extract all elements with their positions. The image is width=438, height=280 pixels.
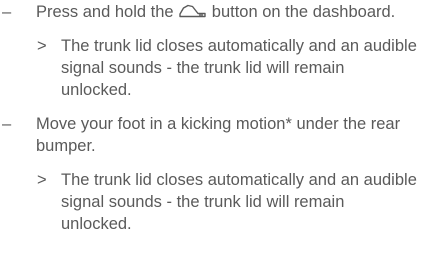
step-result: > The trunk lid closes automatically and…: [36, 169, 418, 235]
result-marker: >: [37, 171, 47, 189]
trunk-lid-icon: [178, 4, 207, 18]
result-marker: >: [37, 37, 47, 55]
step-dash: –: [2, 3, 12, 21]
step-dash: –: [2, 115, 12, 133]
step-text-before-icon: Press and hold the: [36, 3, 179, 21]
step-result: > The trunk lid closes automatically and…: [36, 35, 418, 101]
result-text: The trunk lid closes automatically and a…: [61, 37, 417, 99]
step-text: Move your foot in a kicking motion* unde…: [36, 115, 401, 155]
result-text: The trunk lid closes automatically and a…: [61, 171, 417, 233]
instruction-list: – Press and hold the button on the dash­…: [0, 1, 438, 235]
instruction-step: – Move your foot in a kicking motion* un…: [0, 113, 438, 235]
step-text-after-icon: button on the dash­board.: [207, 3, 396, 21]
instruction-step: – Press and hold the button on the dash­…: [0, 1, 438, 101]
step-text: Press and hold the button on the dash­bo…: [36, 1, 418, 23]
